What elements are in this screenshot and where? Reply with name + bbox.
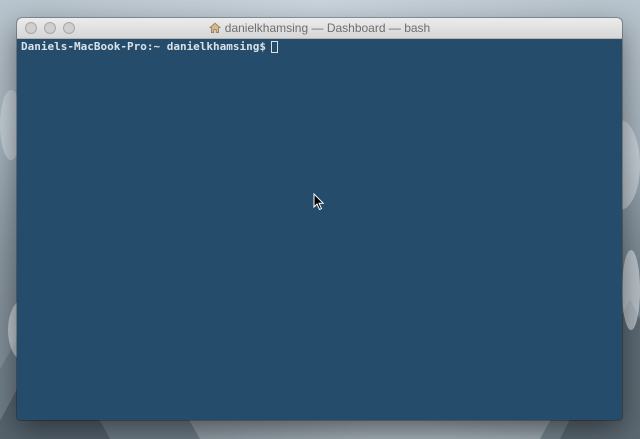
home-icon: [208, 22, 221, 33]
prompt-line[interactable]: Daniels-MacBook-Pro:~ danielkhamsing$: [21, 40, 618, 54]
arrow-pointer-icon: [313, 193, 325, 211]
title-bar[interactable]: danielkhamsing — Dashboard — bash: [17, 18, 622, 39]
shell-prompt: Daniels-MacBook-Pro:~ danielkhamsing$: [21, 40, 267, 53]
terminal-body[interactable]: Daniels-MacBook-Pro:~ danielkhamsing$: [17, 39, 622, 420]
terminal-window[interactable]: danielkhamsing — Dashboard — bash Daniel…: [17, 18, 622, 420]
text-cursor: [271, 41, 279, 53]
window-title: danielkhamsing — Dashboard — bash: [17, 18, 622, 38]
window-title-text: danielkhamsing — Dashboard — bash: [224, 21, 431, 35]
desktop-background-snow: [622, 250, 640, 330]
